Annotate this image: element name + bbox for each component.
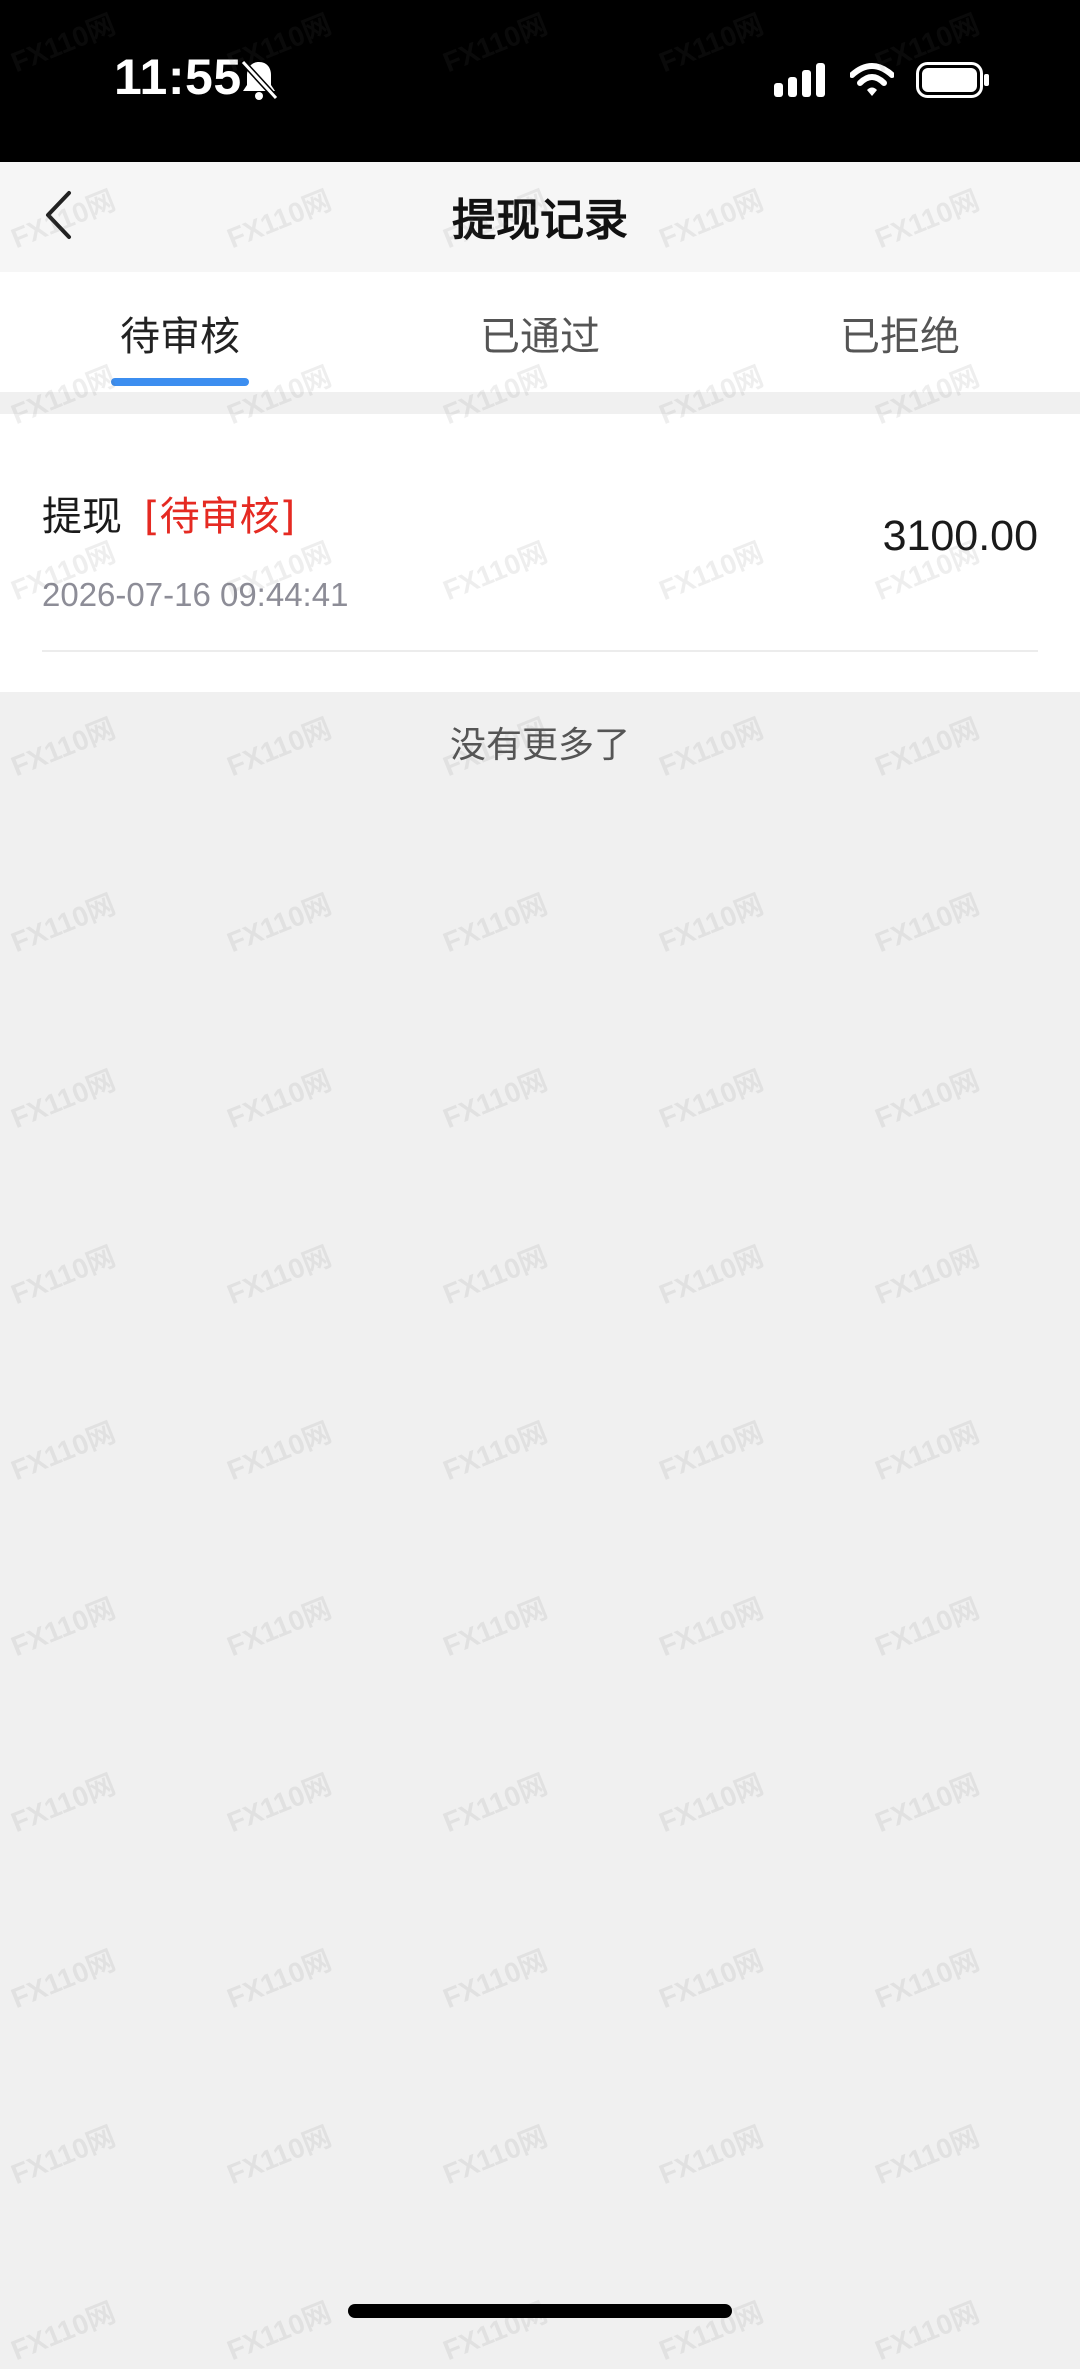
bell-slash-icon <box>238 58 280 102</box>
status-bar: 11:55 <box>0 0 1080 162</box>
watermark-text: FX110网 <box>870 1768 984 1839</box>
tab-label: 已拒绝 <box>840 314 960 360</box>
status-indicators <box>774 60 990 104</box>
watermark-text: FX110网 <box>870 1592 984 1663</box>
tab-rejected[interactable]: 已拒绝 <box>720 272 1080 392</box>
record-type: 提现 <box>42 494 122 540</box>
watermark-text: FX110网 <box>6 2296 120 2367</box>
watermark-text: FX110网 <box>6 1064 120 1135</box>
watermark-text: FX110网 <box>222 1064 336 1135</box>
watermark-text: FX110网 <box>222 1592 336 1663</box>
home-indicator <box>348 2304 732 2318</box>
watermark-text: FX110网 <box>222 2120 336 2191</box>
watermark-text: FX110网 <box>438 888 552 959</box>
watermark-text: FX110网 <box>438 1064 552 1135</box>
status-badge: [待审核] <box>144 494 296 540</box>
tab-label: 已通过 <box>480 314 600 360</box>
battery-icon <box>916 62 990 102</box>
watermark-text: FX110网 <box>654 1768 768 1839</box>
wifi-icon <box>849 63 895 101</box>
watermark-text: FX110网 <box>870 1064 984 1135</box>
watermark-text: FX110网 <box>870 1416 984 1487</box>
watermark-text: FX110网 <box>654 888 768 959</box>
watermark-text: FX110网 <box>438 1416 552 1487</box>
watermark-text: FX110网 <box>870 888 984 959</box>
watermark-text: FX110网 <box>6 1768 120 1839</box>
watermark-text: FX110网 <box>870 2296 984 2367</box>
watermark-text: FX110网 <box>222 888 336 959</box>
watermark-text: FX110网 <box>654 2296 768 2367</box>
record-amount: 3100.00 <box>882 512 1038 560</box>
record-timestamp: 2026-07-16 09:44:41 <box>42 576 349 613</box>
status-time: 11:55 <box>114 49 242 105</box>
watermark-text: FX110网 <box>654 1592 768 1663</box>
watermark-text: FX110网 <box>870 2120 984 2191</box>
watermark-text: FX110网 <box>870 1240 984 1311</box>
watermark-text: FX110网 <box>222 2296 336 2367</box>
watermark-text: FX110网 <box>6 1240 120 1311</box>
cellular-signal-icon <box>774 63 828 101</box>
watermark-text: FX110网 <box>6 1592 120 1663</box>
watermark-text: FX110网 <box>6 1944 120 2015</box>
page-title: 提现记录 <box>452 195 628 246</box>
withdrawal-record-list: 提现 [待审核] 2026-07-16 09:44:41 3100.00 <box>0 414 1080 692</box>
status-tabs: 待审核 已通过 已拒绝 <box>0 272 1080 392</box>
tab-pending[interactable]: 待审核 <box>0 272 360 392</box>
list-end-text: 没有更多了 <box>449 725 630 766</box>
watermark-text: FX110网 <box>654 1416 768 1487</box>
watermark-text: FX110网 <box>438 2296 552 2367</box>
tab-approved[interactable]: 已通过 <box>360 272 720 392</box>
watermark-text: FX110网 <box>438 1944 552 2015</box>
watermark-text: FX110网 <box>654 1240 768 1311</box>
watermark-text: FX110网 <box>438 1240 552 1311</box>
watermark-text: FX110网 <box>222 1944 336 2015</box>
watermark-text: FX110网 <box>654 1944 768 2015</box>
watermark-text: FX110网 <box>438 2120 552 2191</box>
active-tab-indicator <box>111 378 249 386</box>
watermark-text: FX110网 <box>6 1416 120 1487</box>
watermark-text: FX110网 <box>438 1768 552 1839</box>
list-item[interactable]: 提现 [待审核] 2026-07-16 09:44:41 3100.00 <box>42 414 1038 652</box>
watermark-text: FX110网 <box>438 1592 552 1663</box>
watermark-text: FX110网 <box>222 1768 336 1839</box>
watermark-text: FX110网 <box>654 2120 768 2191</box>
watermark-text: FX110网 <box>870 1944 984 2015</box>
watermark-text: FX110网 <box>222 1240 336 1311</box>
watermark-text: FX110网 <box>222 1416 336 1487</box>
watermark-text: FX110网 <box>6 888 120 959</box>
watermark-text: FX110网 <box>6 2120 120 2191</box>
watermark-text: FX110网 <box>654 1064 768 1135</box>
nav-header: 提现记录 <box>0 162 1080 272</box>
record-title: 提现 [待审核] <box>42 484 295 542</box>
